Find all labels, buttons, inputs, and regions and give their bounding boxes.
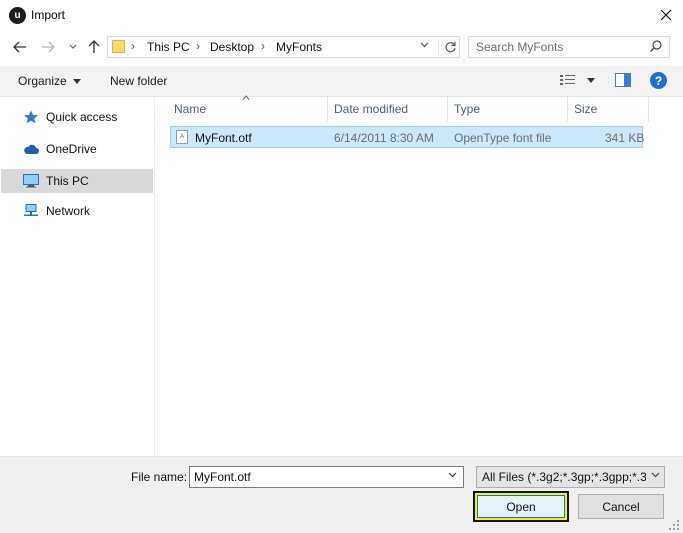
search-input[interactable]	[476, 40, 636, 54]
column-header-size[interactable]: Size	[574, 102, 597, 116]
font-file-icon: A	[176, 130, 188, 144]
chevron-right-icon: ›	[196, 39, 200, 53]
file-type-filter-value: All Files (*.3g2;*.3gp;*.3gpp;*.3gpp2)	[482, 470, 646, 484]
network-icon	[24, 204, 38, 216]
caret-down-icon	[73, 79, 82, 85]
chevron-right-icon: ›	[131, 39, 135, 53]
column-header-name[interactable]: Name	[174, 102, 206, 116]
back-arrow-icon	[13, 41, 26, 53]
nav-item-label: OneDrive	[46, 142, 97, 156]
open-button[interactable]: Open	[473, 491, 569, 522]
file-type-filter-select[interactable]: All Files (*.3g2;*.3gp;*.3gpp;*.3gpp2)	[476, 466, 665, 488]
preview-pane-button[interactable]	[615, 73, 631, 90]
file-name-label: File name:	[131, 470, 188, 484]
address-bar[interactable]: › This PC › Desktop › MyFonts	[107, 36, 460, 58]
refresh-icon[interactable]	[438, 39, 457, 55]
column-divider[interactable]	[567, 97, 568, 122]
star-icon	[24, 110, 38, 124]
nav-item-onedrive[interactable]: OneDrive	[1, 137, 153, 161]
file-date-modified: 6/14/2011 8:30 AM	[334, 131, 434, 145]
help-icon[interactable]: ?	[650, 72, 667, 89]
resize-grip-icon[interactable]	[668, 519, 680, 531]
column-divider[interactable]	[327, 97, 328, 122]
title-bar	[0, 0, 683, 31]
organize-label: Organize	[18, 74, 67, 88]
cloud-icon	[24, 144, 39, 154]
preview-pane-icon	[615, 73, 631, 87]
breadcrumb-desktop[interactable]: Desktop	[210, 40, 254, 54]
chevron-down-icon	[69, 44, 77, 49]
caret-down-icon	[587, 78, 596, 83]
nav-item-label: Network	[46, 204, 91, 218]
address-dropdown-icon[interactable]	[420, 40, 429, 51]
nav-item-label: Quick access	[46, 110, 118, 124]
organize-button[interactable]: Organize	[18, 74, 82, 88]
recent-locations-button[interactable]	[63, 37, 83, 57]
back-button[interactable]	[10, 37, 30, 57]
column-divider[interactable]	[447, 97, 448, 122]
breadcrumb-this-pc[interactable]: This PC	[147, 40, 190, 54]
chevron-down-icon[interactable]	[448, 470, 457, 481]
nav-item-quick-access[interactable]: Quick access	[1, 105, 153, 129]
app-logo-icon: u	[9, 7, 26, 24]
file-name: MyFont.otf	[195, 131, 252, 145]
command-bar: Organize New folder ?	[0, 66, 683, 97]
nav-item-network[interactable]: Network	[1, 199, 153, 223]
window-title: Import	[31, 8, 66, 22]
file-name-input[interactable]	[194, 470, 439, 484]
sort-ascending-icon	[242, 92, 250, 102]
breadcrumb-myfonts[interactable]: MyFonts	[276, 40, 322, 54]
chevron-down-icon[interactable]	[651, 470, 660, 481]
forward-button[interactable]	[38, 37, 58, 57]
file-row[interactable]: A MyFont.otf 6/14/2011 8:30 AM OpenType …	[170, 126, 645, 148]
nav-item-this-pc[interactable]: This PC	[1, 169, 153, 193]
chevron-right-icon: ›	[261, 39, 265, 53]
up-arrow-icon	[88, 40, 100, 53]
folder-icon	[112, 40, 125, 53]
search-icon[interactable]	[649, 39, 663, 53]
close-button[interactable]	[652, 2, 680, 28]
file-size: 341 KB	[605, 131, 645, 145]
nav-item-label: This PC	[46, 174, 89, 188]
column-header-date-modified[interactable]: Date modified	[334, 102, 408, 116]
file-type: OpenType font file	[454, 131, 552, 145]
new-folder-button[interactable]: New folder	[110, 74, 167, 88]
computer-icon	[23, 174, 39, 188]
column-header-type[interactable]: Type	[454, 102, 480, 116]
forward-arrow-icon	[42, 41, 55, 53]
close-icon	[660, 9, 672, 21]
cancel-button[interactable]: Cancel	[578, 494, 664, 519]
details-view-icon	[560, 75, 575, 85]
file-name-combobox[interactable]	[189, 466, 464, 488]
column-divider[interactable]	[648, 97, 649, 122]
change-view-button[interactable]	[560, 73, 596, 90]
up-button[interactable]	[84, 37, 104, 57]
search-box[interactable]	[468, 36, 670, 58]
open-button-label: Open	[477, 495, 565, 518]
